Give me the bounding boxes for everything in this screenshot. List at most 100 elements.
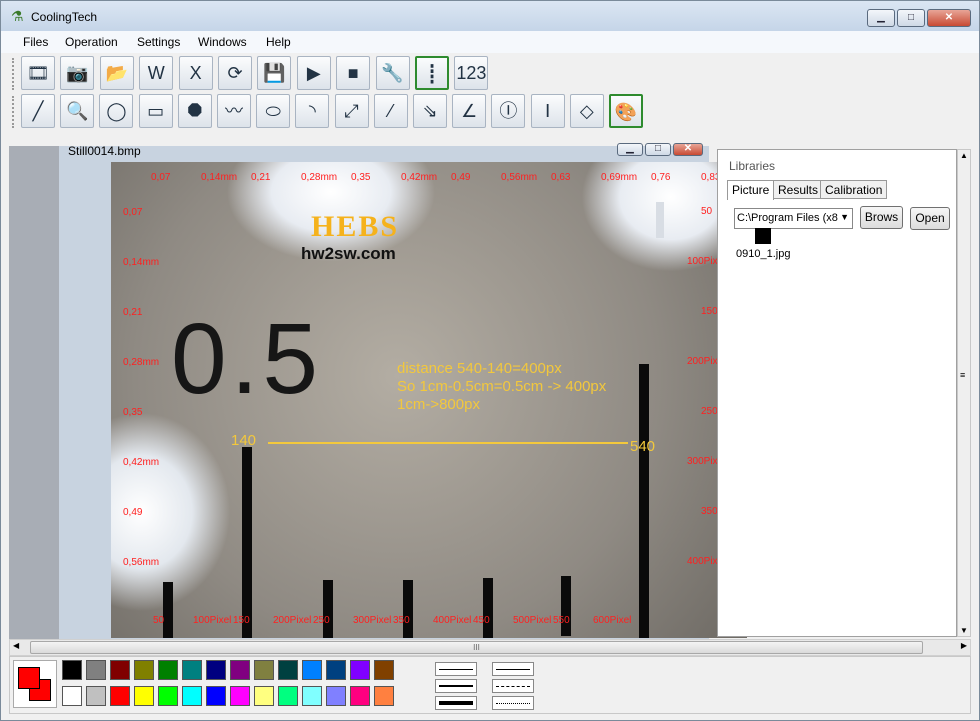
color-swatch[interactable]	[326, 686, 346, 706]
color-swatch[interactable]	[350, 660, 370, 680]
scroll-thumb-grip[interactable]: ≡	[960, 370, 965, 380]
diamond-i-icon[interactable]: ◇	[569, 94, 604, 128]
play-icon[interactable]: ▶	[296, 56, 331, 90]
color-swatch[interactable]	[110, 686, 130, 706]
ruler-label-bottom: 600Pixel	[593, 615, 632, 626]
scroll-down-icon[interactable]: ▼	[960, 626, 968, 635]
file-thumbnail-icon[interactable]	[755, 228, 771, 244]
ruler-label-left: 0,28mm	[123, 357, 160, 368]
ruler-horizontal-icon[interactable]: 123	[454, 56, 489, 90]
menu-help[interactable]: Help	[266, 35, 291, 49]
color-swatch[interactable]	[182, 660, 202, 680]
color-swatch[interactable]	[86, 660, 106, 680]
ruler-label-right: 50	[701, 206, 713, 217]
line-thin-button[interactable]	[435, 662, 477, 676]
circle-i-icon[interactable]: Ⓘ	[491, 94, 526, 128]
color-swatch[interactable]	[158, 686, 178, 706]
color-swatch[interactable]	[62, 686, 82, 706]
line-medium-button[interactable]	[435, 679, 477, 693]
color-swatch[interactable]	[230, 686, 250, 706]
open-folder-icon[interactable]: 📂	[99, 56, 134, 90]
color-swatch[interactable]	[158, 660, 178, 680]
menu-files[interactable]: Files	[23, 35, 48, 49]
color-swatch[interactable]	[374, 686, 394, 706]
refresh-icon[interactable]: ⟳	[218, 56, 252, 90]
menu-windows[interactable]: Windows	[198, 35, 247, 49]
color-swatch[interactable]	[278, 686, 298, 706]
camera-icon[interactable]: 📷	[60, 56, 95, 90]
word-export-icon[interactable]: W	[139, 56, 174, 90]
palette-icon[interactable]: 🎨	[609, 94, 643, 128]
rectangle-tool-icon[interactable]: ▭	[138, 94, 173, 128]
color-swatch[interactable]	[302, 660, 322, 680]
line-thick-button[interactable]	[435, 696, 477, 710]
line-solid-button[interactable]	[492, 662, 534, 676]
color-swatch[interactable]	[326, 660, 346, 680]
color-swatch[interactable]	[350, 686, 370, 706]
color-swatch[interactable]	[86, 686, 106, 706]
measure-line-icon[interactable]: ⤢	[334, 94, 369, 128]
excel-export-icon[interactable]: X	[178, 56, 213, 90]
color-swatch[interactable]	[206, 686, 226, 706]
maximize-button[interactable]: □	[897, 9, 925, 27]
ruler-label-bottom: 400Pixel	[433, 615, 472, 626]
color-swatch[interactable]	[134, 660, 154, 680]
octagon-tool-icon[interactable]: ⯃	[177, 94, 212, 128]
color-swatch[interactable]	[110, 660, 130, 680]
child-maximize-button[interactable]: □	[645, 143, 671, 156]
color-swatch[interactable]	[254, 686, 274, 706]
measurement-arrow[interactable]	[268, 442, 628, 444]
menu-settings[interactable]: Settings	[137, 35, 180, 49]
circle-select-icon[interactable]: ◯	[99, 94, 134, 128]
ruler-label-top: 0,21	[251, 172, 271, 183]
save-icon[interactable]: 💾	[257, 56, 292, 90]
color-swatch[interactable]	[230, 660, 250, 680]
scroll-right-icon[interactable]: ▶	[961, 641, 967, 650]
color-swatch[interactable]	[302, 686, 322, 706]
arc-tool-icon[interactable]: ◝	[295, 94, 330, 128]
color-swatch[interactable]	[254, 660, 274, 680]
file-item[interactable]: 0910_1.jpg	[736, 248, 790, 260]
scroll-left-icon[interactable]: ◀	[13, 641, 19, 650]
vertical-scrollbar[interactable]: ▲ ≡ ▼	[957, 149, 971, 637]
color-swatch[interactable]	[182, 686, 202, 706]
tab-calibration[interactable]: Calibration	[820, 180, 888, 199]
scroll-thumb[interactable]: III	[30, 641, 923, 654]
minimize-button[interactable]: ▁	[867, 9, 895, 27]
parallel-line-icon[interactable]: ⇘	[413, 94, 447, 128]
wrench-icon[interactable]: 🔧	[375, 56, 410, 90]
scroll-up-icon[interactable]: ▲	[960, 151, 968, 160]
color-swatch[interactable]	[134, 686, 154, 706]
color-swatch[interactable]	[206, 660, 226, 680]
line-tool-icon[interactable]: ╱	[21, 94, 55, 128]
primary-color[interactable]	[18, 667, 40, 689]
point-line-icon[interactable]: ⁄	[373, 94, 408, 128]
tab-picture[interactable]: Picture	[727, 180, 775, 200]
color-swatch[interactable]	[374, 660, 394, 680]
zoom-icon[interactable]: 🔍	[60, 94, 95, 128]
child-close-button[interactable]: ✕	[673, 143, 703, 156]
child-minimize-button[interactable]: ▁	[617, 143, 643, 156]
color-swatch[interactable]	[278, 660, 298, 680]
ruler-label-bottom: 200Pixel	[273, 615, 312, 626]
ellipse-tool-icon[interactable]: ⬭	[256, 94, 291, 128]
freehand-tool-icon[interactable]: 〰	[217, 94, 251, 128]
annotation-line: 1cm->800px	[397, 396, 480, 413]
close-button[interactable]: ✕	[927, 9, 971, 27]
ruler-vertical-icon[interactable]: ┋	[415, 56, 449, 90]
angle-tool-icon[interactable]: ∠	[452, 94, 487, 128]
square-i-icon[interactable]: Ⅰ	[530, 94, 565, 128]
microscope-image[interactable]: 0.5 HEBS hw2sw.com 140 540 distance 540-…	[111, 162, 747, 638]
path-select[interactable]: C:\Program Files (x8 ▼	[734, 208, 853, 229]
stop-icon[interactable]: ■	[336, 56, 371, 90]
video-icon[interactable]: 🎞	[21, 56, 55, 90]
tab-results[interactable]: Results	[773, 180, 824, 199]
ruler-tick	[163, 582, 173, 638]
line-dashed-button[interactable]	[492, 679, 534, 693]
color-swatch[interactable]	[62, 660, 82, 680]
menu-operation[interactable]: Operation	[65, 35, 118, 49]
horizontal-scrollbar[interactable]: ◀ III ▶	[9, 639, 971, 656]
line-dotted-button[interactable]	[492, 696, 534, 710]
open-button[interactable]: Open	[910, 207, 950, 230]
browse-button[interactable]: Brows	[860, 206, 903, 229]
